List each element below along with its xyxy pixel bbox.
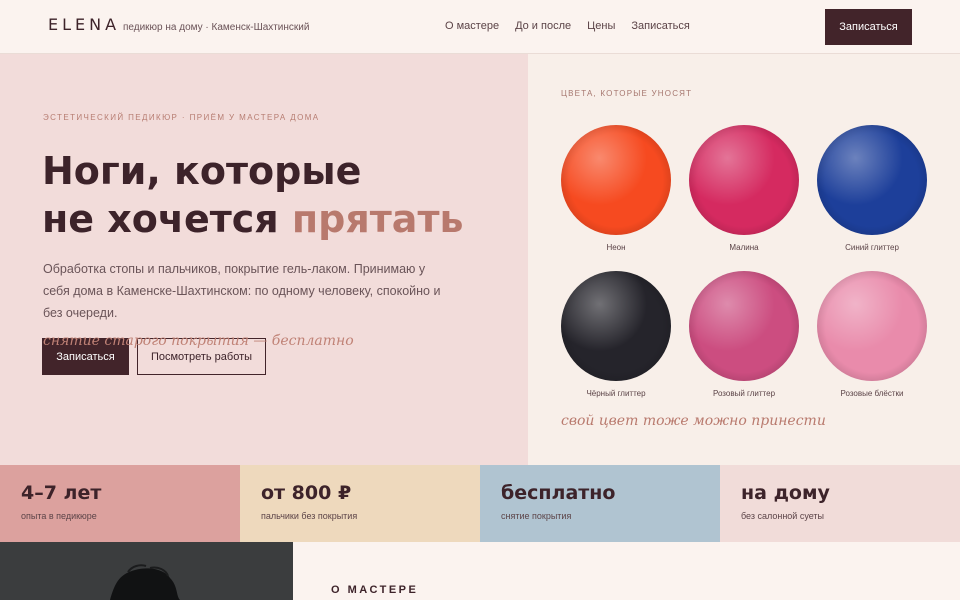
- hero-title-accent: прятать: [291, 197, 464, 241]
- hero-title-line1: Ноги, которые: [42, 149, 362, 193]
- stat-at-home: на дому без салонной суеты: [720, 465, 960, 542]
- color-ball: [689, 125, 799, 235]
- color-label: Малина: [729, 243, 759, 252]
- header-booking-button[interactable]: Записаться: [825, 9, 912, 45]
- color-ball: [817, 125, 927, 235]
- color-ball: [561, 125, 671, 235]
- nav-link-before-after[interactable]: До и после: [515, 20, 571, 32]
- hero-title-line2: не хочется прятать: [42, 195, 464, 243]
- master-photo: [0, 542, 293, 600]
- hero-title: Ноги, которые не хочется прятать: [42, 147, 464, 243]
- stat-free-removal: бесплатно снятие покрытия: [480, 465, 720, 542]
- stat-caption: опыта в педикюре: [21, 511, 97, 521]
- free-removal-note: снятие старого покрытия — бесплатно: [43, 333, 354, 349]
- about-section: О МАСТЕРЕ: [0, 542, 960, 600]
- color-label: Чёрный глиттер: [586, 389, 646, 398]
- hero-section: ЭСТЕТИЧЕСКИЙ ПЕДИКЮР · ПРИЁМ У МАСТЕРА Д…: [0, 54, 960, 465]
- color-label: Розовые блёстки: [840, 389, 904, 398]
- color-label: Неон: [606, 243, 626, 252]
- color-ball: [689, 271, 799, 381]
- colors-panel: [528, 54, 960, 465]
- nav-link-about[interactable]: О мастере: [445, 20, 499, 32]
- stat-experience: 4–7 лет опыта в педикюре: [0, 465, 240, 542]
- stat-value: 4–7 лет: [21, 482, 102, 504]
- main-nav: О мастере До и после Цены Записаться: [445, 20, 706, 32]
- stat-caption: пальчики без покрытия: [261, 511, 358, 521]
- colors-title: ЦВЕТА, КОТОРЫЕ УНОСЯТ: [561, 89, 693, 98]
- color-ball: [561, 271, 671, 381]
- color-swatch-raspberry: Малина: [689, 125, 799, 252]
- logo[interactable]: ELENA: [48, 15, 120, 34]
- stats-bar: 4–7 лет опыта в педикюре от 800 ₽ пальчи…: [0, 465, 960, 542]
- hero-title-line2-pre: не хочется: [42, 197, 292, 241]
- color-ball: [817, 271, 927, 381]
- color-label: Синий глиттер: [845, 243, 899, 252]
- own-color-note: свой цвет тоже можно принести: [561, 413, 826, 429]
- hero-intro: ЭСТЕТИЧЕСКИЙ ПЕДИКЮР · ПРИЁМ У МАСТЕРА Д…: [0, 54, 528, 465]
- color-swatch-neon: Неон: [561, 125, 671, 252]
- hero-eyebrow: ЭСТЕТИЧЕСКИЙ ПЕДИКЮР · ПРИЁМ У МАСТЕРА Д…: [43, 113, 320, 122]
- hero-description: Обработка стопы и пальчиков, покрытие ге…: [43, 262, 441, 320]
- about-intro: О МАСТЕРЕ: [293, 542, 960, 600]
- stat-value: от 800 ₽: [261, 482, 352, 504]
- nav-link-booking[interactable]: Записаться: [631, 20, 689, 32]
- site-header: ELENA педикюр на дому · Каменск-Шахтинск…: [0, 0, 960, 54]
- color-label: Розовый глиттер: [712, 389, 776, 398]
- stat-caption: снятие покрытия: [501, 511, 572, 521]
- about-title: О МАСТЕРЕ: [331, 584, 419, 596]
- hair-silhouette-image: [0, 542, 293, 600]
- stat-value: бесплатно: [501, 482, 616, 504]
- stat-price: от 800 ₽ пальчики без покрытия: [240, 465, 480, 542]
- color-swatch-black-glitter: Чёрный глиттер: [561, 271, 671, 398]
- color-swatch-pink-glitter: Розовый глиттер: [689, 271, 799, 398]
- nav-link-prices[interactable]: Цены: [587, 20, 615, 32]
- color-swatch-pink-sparkles: Розовые блёстки: [817, 271, 927, 398]
- stat-value: на дому: [741, 482, 830, 504]
- tagline: педикюр на дому · Каменск-Шахтинский: [123, 22, 310, 33]
- stat-caption: без салонной суеты: [741, 511, 825, 521]
- color-swatch-blue-glitter: Синий глиттер: [817, 125, 927, 252]
